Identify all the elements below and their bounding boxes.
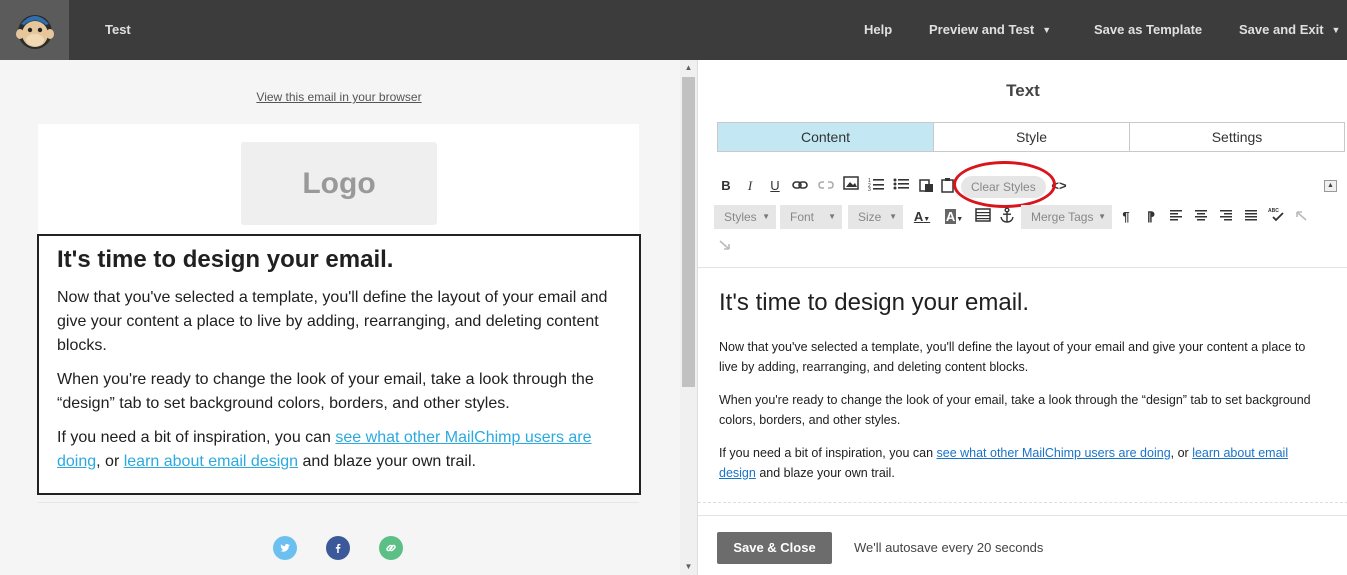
size-dropdown-label: Size xyxy=(858,210,882,224)
numbered-list-icon[interactable]: 123 xyxy=(867,177,885,195)
save-and-close-button[interactable]: Save & Close xyxy=(717,532,832,564)
facebook-icon[interactable] xyxy=(326,536,350,560)
annotation-circle xyxy=(953,161,1056,208)
preview-p3-post: and blaze your own trail. xyxy=(298,453,476,470)
align-left-icon[interactable] xyxy=(1168,208,1184,226)
divider xyxy=(38,502,639,503)
chevron-down-icon: ▼ xyxy=(1098,212,1106,221)
help-link[interactable]: Help xyxy=(864,22,892,37)
align-center-icon[interactable] xyxy=(1193,208,1209,226)
autosave-notice: We'll autosave every 20 seconds xyxy=(854,540,1044,555)
mailchimp-users-link[interactable]: see what other MailChimp users are doing xyxy=(937,446,1171,460)
editor-paragraph-3: If you need a bit of inspiration, you ca… xyxy=(719,443,1319,483)
tab-content[interactable]: Content xyxy=(718,123,934,151)
preview-scrollbar[interactable]: ▲ ▼ xyxy=(680,60,697,575)
logo-block[interactable]: Logo xyxy=(38,124,639,234)
preview-p3-pre: If you need a bit of inspiration, you ca… xyxy=(57,429,336,446)
save-as-template-button[interactable]: Save as Template xyxy=(1094,22,1202,37)
scroll-up-arrow-icon[interactable]: ▲ xyxy=(680,60,697,76)
text-block-editor-pane: Text Content Style Settings B I U 123 Cl… xyxy=(697,60,1347,575)
editor-p3-mid: , or xyxy=(1170,446,1193,460)
underline-icon[interactable]: U xyxy=(768,177,782,195)
scroll-down-arrow-icon[interactable]: ▼ xyxy=(680,559,697,575)
show-blocks-icon[interactable]: ¶ xyxy=(1119,208,1133,226)
rich-text-editor-area[interactable]: It's time to design your email. Now that… xyxy=(719,288,1319,496)
chevron-down-icon: ▼ xyxy=(889,212,897,221)
styles-dropdown[interactable]: Styles ▼ xyxy=(714,205,776,229)
chevron-down-icon: ▼ xyxy=(1331,25,1341,35)
chevron-down-icon: ▼ xyxy=(762,212,770,221)
top-navigation-bar: Test Help Preview and Test ▼ Save as Temp… xyxy=(0,0,1347,60)
tab-style[interactable]: Style xyxy=(934,123,1130,151)
chevron-down-icon: ▼ xyxy=(828,212,836,221)
collapse-toolbar-icon[interactable]: ▲ xyxy=(1324,180,1337,192)
svg-text:3: 3 xyxy=(868,187,871,191)
editor-p3-post: and blaze your own trail. xyxy=(755,466,895,480)
mailchimp-logo-icon[interactable] xyxy=(0,0,69,60)
unlink-icon[interactable] xyxy=(817,177,835,195)
save-and-exit-label: Save and Exit xyxy=(1239,22,1324,37)
selected-text-block[interactable]: It's time to design your email. Now that… xyxy=(37,234,641,495)
preview-paragraph-1: Now that you've selected a template, you… xyxy=(57,289,608,354)
scroll-thumb[interactable] xyxy=(682,77,695,387)
svg-text:ABC: ABC xyxy=(1268,208,1279,214)
justify-icon[interactable] xyxy=(1243,208,1259,226)
bulleted-list-icon[interactable] xyxy=(892,177,910,195)
logo-placeholder: Logo xyxy=(241,142,437,225)
editor-p3-pre: If you need a bit of inspiration, you ca… xyxy=(719,446,937,460)
merge-tags-label: Merge Tags xyxy=(1031,210,1094,224)
twitter-icon[interactable] xyxy=(273,536,297,560)
editor-tabs: Content Style Settings xyxy=(717,122,1345,152)
link-icon[interactable] xyxy=(791,177,809,195)
chevron-down-icon: ▼ xyxy=(1042,25,1052,35)
undo-icon[interactable] xyxy=(1293,208,1309,226)
tab-settings[interactable]: Settings xyxy=(1130,123,1344,151)
image-icon[interactable] xyxy=(842,176,860,194)
preview-paragraph-2: When you're ready to change the look of … xyxy=(57,371,594,412)
redo-icon[interactable] xyxy=(717,239,733,257)
bold-icon[interactable]: B xyxy=(718,177,734,195)
email-design-link[interactable]: learn about email design xyxy=(124,453,298,470)
text-color-icon[interactable]: A▼ xyxy=(910,208,934,226)
preview-p3-mid: , or xyxy=(96,453,124,470)
merge-tags-dropdown[interactable]: Merge Tags ▼ xyxy=(1021,205,1112,229)
table-icon[interactable] xyxy=(974,208,992,226)
footer-divider xyxy=(698,515,1347,516)
link-icon[interactable] xyxy=(379,536,403,560)
font-dropdown-label: Font xyxy=(790,210,815,224)
save-and-exit-menu[interactable]: Save and Exit ▼ xyxy=(1239,22,1340,37)
editor-heading: It's time to design your email. xyxy=(719,289,1030,316)
editor-bottom-border xyxy=(698,502,1347,503)
paste-icon[interactable] xyxy=(917,177,935,195)
background-color-icon[interactable]: A▼ xyxy=(942,208,966,226)
editor-paragraph-1: Now that you've selected a template, you… xyxy=(719,340,1306,374)
rtl-icon[interactable]: ⁋ xyxy=(1144,208,1158,226)
editor-paragraph-2: When you're ready to change the look of … xyxy=(719,393,1311,427)
styles-dropdown-label: Styles xyxy=(724,210,757,224)
font-dropdown[interactable]: Font ▼ xyxy=(780,205,842,229)
spellcheck-icon[interactable]: ABC xyxy=(1267,206,1285,224)
align-right-icon[interactable] xyxy=(1218,208,1234,226)
anchor-icon[interactable] xyxy=(998,207,1016,225)
email-preview-pane: View this email in your browser Logo It'… xyxy=(0,60,680,575)
view-in-browser-link[interactable]: View this email in your browser xyxy=(0,90,678,104)
preview-and-test-label: Preview and Test xyxy=(929,22,1035,37)
preview-heading: It's time to design your email. xyxy=(57,246,394,273)
preview-and-test-menu[interactable]: Preview and Test ▼ xyxy=(929,22,1051,37)
preview-paragraph-3: If you need a bit of inspiration, you ca… xyxy=(57,426,621,474)
panel-title: Text xyxy=(1006,81,1040,100)
italic-icon[interactable]: I xyxy=(743,177,757,195)
campaign-title[interactable]: Test xyxy=(105,22,131,37)
size-dropdown[interactable]: Size ▼ xyxy=(848,205,903,229)
